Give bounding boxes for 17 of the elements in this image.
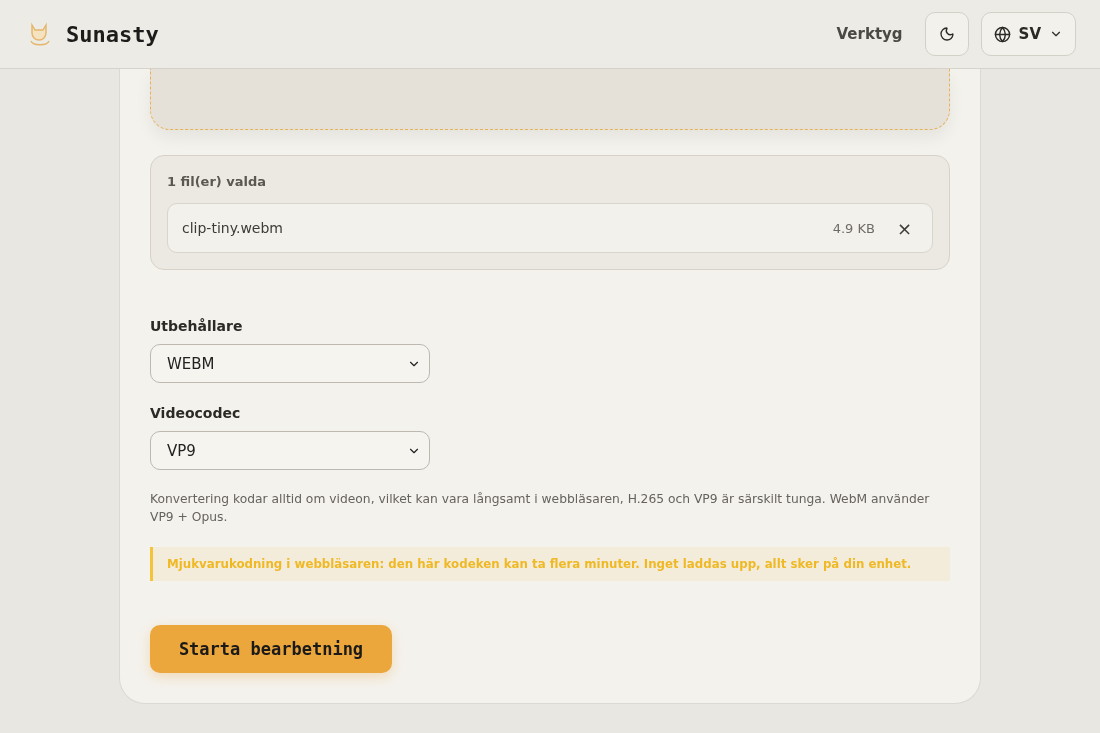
moon-icon [938,26,955,42]
field-label: Videocodec [150,405,242,421]
globe-icon [993,25,1011,43]
description-text: Konvertering kodar alltid om videon, vilket kan vara långsamt i webbläsaren, H.265 och VP9 är särskilt tunga. WebM använder VP9 + Opus. [150,491,931,526]
file-name: clip-tiny.webm [182,220,283,236]
remove-button[interactable]: × [890,217,918,239]
tools-link[interactable]: Verktyg [836,25,903,43]
select-field[interactable]: WEBM [150,344,430,383]
field-label: Utbehållare [150,318,244,334]
start-button[interactable]: Starta bearbetning [150,625,392,673]
select-field[interactable]: VP9 [150,431,430,470]
language-button[interactable]: SV [980,12,1076,56]
theme-button[interactable] [924,12,969,56]
file-size: 4.9 KB [832,220,875,236]
brand-name: Sunasty [66,21,159,47]
warning-notice: Mjukvarukodning i webbläsaren: den här kodeken kan ta flera minuter. Inget laddas upp, allt sker på din enhet. [150,547,950,581]
file-count: 1 fil(er) valda [167,174,268,189]
